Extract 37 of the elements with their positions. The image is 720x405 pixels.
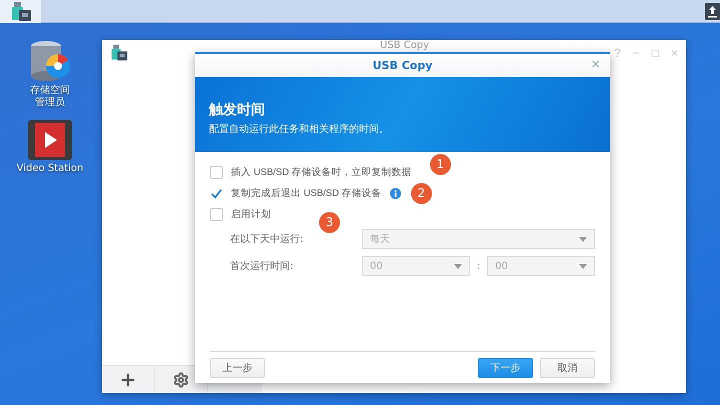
checkbox[interactable] — [210, 208, 223, 220]
dialog-title: USB Copy — [372, 59, 432, 72]
usb-drive-icon — [10, 0, 32, 22]
info-icon[interactable] — [390, 188, 401, 198]
time-separator: : — [476, 260, 482, 272]
number-marker: 3 — [319, 212, 340, 232]
desktop-icon-label: Video Station — [16, 163, 84, 175]
cancel-button[interactable]: 取消 — [540, 358, 595, 378]
taskbar-app[interactable] — [0, 0, 41, 23]
window-control[interactable]: − — [632, 46, 640, 60]
next-button[interactable]: 下一步 — [478, 358, 533, 378]
window-title: USB Copy — [380, 40, 430, 51]
number-marker: 2 — [410, 182, 432, 204]
window-control[interactable]: × — [670, 46, 678, 60]
back-button[interactable]: 上一步 — [210, 358, 265, 378]
film-play-icon[interactable] — [28, 120, 72, 160]
option-label: 复制完成后退出 USB/SD 存储设备 — [231, 186, 382, 200]
banner-subtitle: 配置自动运行此任务和相关程序的时间。 — [209, 122, 390, 136]
usb-drive-icon — [110, 44, 128, 62]
window-control[interactable]: □ — [652, 46, 659, 60]
window-control[interactable]: ? — [614, 46, 621, 60]
caret-icon — [579, 236, 587, 242]
number-marker: 1 — [430, 154, 451, 174]
caret-icon — [454, 264, 462, 268]
plus-icon — [119, 370, 137, 388]
close-button[interactable]: × — [591, 56, 600, 74]
gear-icon — [173, 372, 189, 388]
caret-icon — [579, 264, 587, 268]
option-label: 插入 USB/SD 存储设备时，立即复制数据 — [231, 166, 412, 178]
upload-icon[interactable] — [705, 3, 720, 20]
field-label: 在以下天中运行: — [230, 232, 304, 246]
checkbox[interactable] — [210, 166, 223, 178]
banner-title: 触发时间 — [209, 101, 266, 119]
option-label: 启用计划 — [231, 208, 271, 220]
storage-drive-icon[interactable] — [28, 40, 72, 82]
field-label: 首次运行时间: — [230, 260, 294, 273]
desktop-icon-label: 存储空间 管理员 — [30, 85, 70, 109]
